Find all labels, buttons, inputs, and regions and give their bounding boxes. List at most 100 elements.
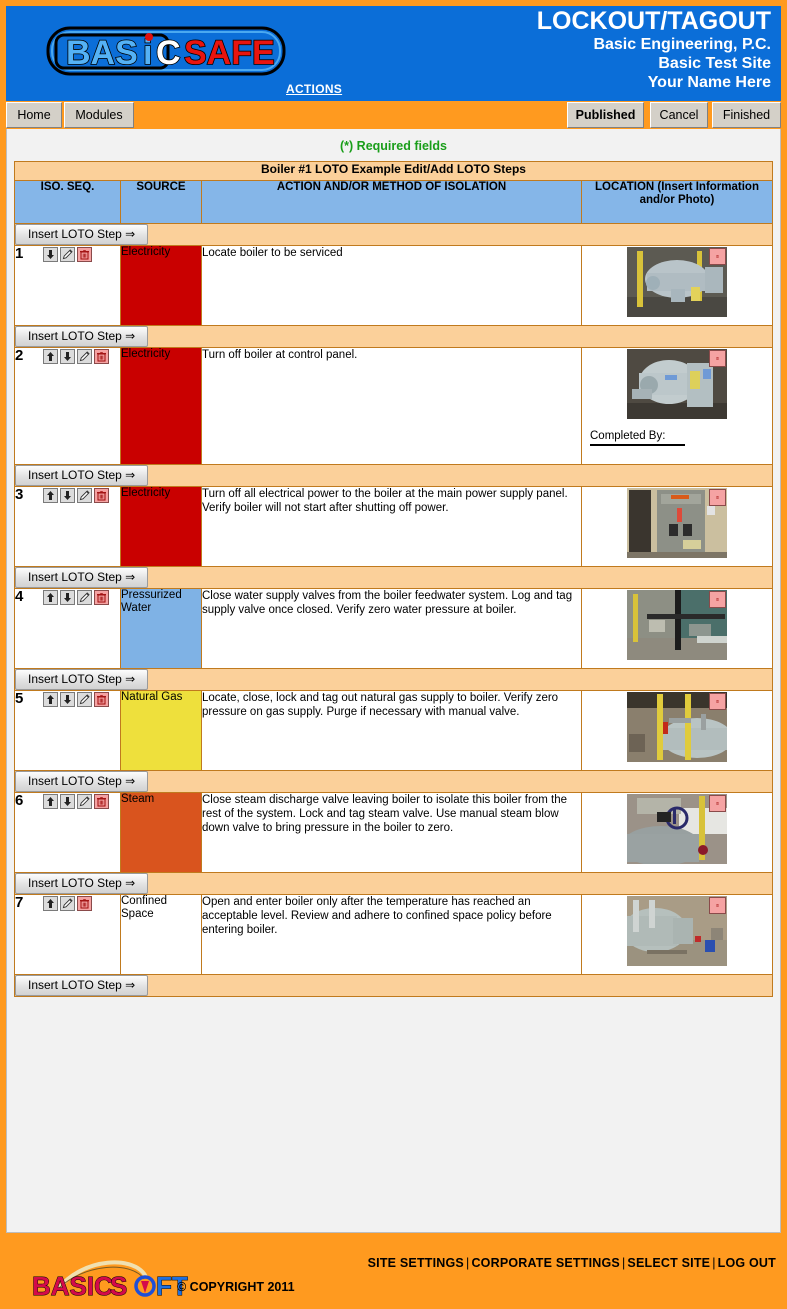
down-arrow-button[interactable] — [60, 590, 75, 605]
row-action-icons — [43, 247, 92, 262]
delete-photo-button[interactable] — [709, 350, 726, 367]
nav-modules-button[interactable]: Modules — [64, 102, 134, 128]
table-title: Boiler #1 LOTO Example Edit/Add LOTO Ste… — [14, 161, 773, 181]
up-arrow-button[interactable] — [43, 794, 58, 809]
delete-trash-button[interactable] — [94, 590, 109, 605]
company-name: Basic Engineering, P.C. — [593, 36, 771, 53]
edit-pencil-button[interactable] — [77, 349, 92, 364]
edit-pencil-button[interactable] — [60, 247, 75, 262]
completed-by-line[interactable] — [590, 444, 685, 446]
required-fields-note: (*) Required fields — [340, 139, 447, 153]
location-photo-holder — [626, 246, 728, 318]
insert-step-row: Insert LOTO Step ⇒ — [14, 464, 773, 487]
svg-text:BASIC: BASIC — [32, 1271, 113, 1301]
source-cell: Electricity — [120, 486, 202, 567]
row-action-icons — [43, 349, 109, 364]
insert-loto-step-button-1[interactable]: Insert LOTO Step ⇒ — [15, 326, 149, 347]
nav-cancel-button[interactable]: Cancel — [650, 102, 708, 128]
up-arrow-button[interactable] — [43, 692, 58, 707]
up-arrow-button[interactable] — [43, 590, 58, 605]
delete-photo-button[interactable] — [709, 897, 726, 914]
table-row: 7 Confined Space Open and enter boiler onl… — [14, 894, 773, 975]
action-cell: Open and enter boiler only after the tem… — [201, 894, 582, 975]
delete-trash-button[interactable] — [77, 896, 92, 911]
sequence-cell: 4 — [14, 588, 121, 669]
location-cell: Completed By: — [581, 347, 773, 465]
insert-step-cell: Insert LOTO Step ⇒ — [14, 668, 773, 691]
table-row: 4 Pressurized Water Close water supply val… — [14, 588, 773, 669]
column-header-location: LOCATION (Insert Information and/or Phot… — [581, 180, 773, 224]
insert-loto-step-button-6[interactable]: Insert LOTO Step ⇒ — [15, 873, 149, 894]
basicsafe-logo: BAS i C SAFE — [44, 24, 294, 82]
action-cell: Turn off boiler at control panel. — [201, 347, 582, 465]
delete-trash-button[interactable] — [94, 692, 109, 707]
down-arrow-button[interactable] — [60, 488, 75, 503]
source-label: Steam — [121, 793, 155, 805]
delete-photo-button[interactable] — [709, 591, 726, 608]
sequence-cell: 2 — [14, 347, 121, 465]
insert-loto-step-button-3[interactable]: Insert LOTO Step ⇒ — [15, 567, 149, 588]
nav-finished-button[interactable]: Finished — [712, 102, 781, 128]
source-cell: Electricity — [120, 245, 202, 326]
delete-photo-button[interactable] — [709, 248, 726, 265]
sequence-cell: 6 — [14, 792, 121, 873]
sequence-cell: 1 — [14, 245, 121, 326]
location-photo-holder — [626, 589, 728, 661]
location-photo-holder — [626, 348, 728, 420]
completed-by-label: Completed By: — [590, 430, 666, 442]
step-number: 5 — [15, 690, 24, 707]
edit-pencil-button[interactable] — [77, 794, 92, 809]
action-text: Close water supply valves from the boile… — [202, 590, 573, 616]
edit-pencil-button[interactable] — [77, 692, 92, 707]
insert-loto-step-button-5[interactable]: Insert LOTO Step ⇒ — [15, 771, 149, 792]
edit-pencil-button[interactable] — [77, 488, 92, 503]
footer-link-corporate-settings[interactable]: CORPORATE SETTINGS — [471, 1256, 620, 1270]
insert-loto-step-button-4[interactable]: Insert LOTO Step ⇒ — [15, 669, 149, 690]
insert-loto-step-button-2[interactable]: Insert LOTO Step ⇒ — [15, 465, 149, 486]
header-titles: LOCKOUT/TAGOUT Basic Engineering, P.C. B… — [537, 8, 771, 92]
delete-trash-button[interactable] — [94, 794, 109, 809]
table-row: 2 Electricity Turn off boiler at control p… — [14, 347, 773, 465]
insert-step-row: Insert LOTO Step ⇒ — [14, 770, 773, 793]
location-cell — [581, 486, 773, 567]
page-root: BAS i C SAFE ACTIONS LOCKOUT/TAGOUT Basi… — [0, 6, 787, 1309]
edit-pencil-button[interactable] — [77, 590, 92, 605]
location-cell — [581, 245, 773, 326]
location-photo-holder — [626, 691, 728, 763]
delete-photo-button[interactable] — [709, 795, 726, 812]
up-arrow-button[interactable] — [43, 349, 58, 364]
delete-trash-button[interactable] — [77, 247, 92, 262]
page-title: LOCKOUT/TAGOUT — [536, 7, 771, 35]
table-row: 3 Electricity Turn off all electrical powe… — [14, 486, 773, 567]
insert-loto-step-button-final[interactable]: Insert LOTO Step ⇒ — [15, 975, 149, 996]
delete-trash-button[interactable] — [94, 488, 109, 503]
insert-step-cell: Insert LOTO Step ⇒ — [14, 223, 773, 246]
delete-photo-button[interactable] — [709, 693, 726, 710]
insert-loto-step-button-0[interactable]: Insert LOTO Step ⇒ — [15, 224, 149, 245]
edit-pencil-button[interactable] — [60, 896, 75, 911]
insert-step-row: Insert LOTO Step ⇒ — [14, 668, 773, 691]
insert-step-row: Insert LOTO Step ⇒ — [14, 223, 773, 246]
insert-step-cell: Insert LOTO Step ⇒ — [14, 566, 773, 589]
footer-link-log-out[interactable]: LOG OUT — [718, 1256, 776, 1270]
insert-step-cell: Insert LOTO Step ⇒ — [14, 464, 773, 487]
up-arrow-button[interactable] — [43, 896, 58, 911]
actions-link[interactable]: ACTIONS — [286, 82, 342, 96]
up-arrow-button[interactable] — [43, 488, 58, 503]
nav-published-button[interactable]: Published — [567, 102, 644, 128]
down-arrow-button[interactable] — [60, 692, 75, 707]
delete-photo-button[interactable] — [709, 489, 726, 506]
sequence-cell: 7 — [14, 894, 121, 975]
nav-home-button[interactable]: Home — [6, 102, 62, 128]
footer-link-site-settings[interactable]: SITE SETTINGS — [368, 1256, 464, 1270]
footer-link-select-site[interactable]: SELECT SITE — [627, 1256, 710, 1270]
step-number: 7 — [15, 894, 24, 911]
down-arrow-button[interactable] — [60, 794, 75, 809]
main-content: (*) Required fields Boiler #1 LOTO Examp… — [6, 129, 781, 1233]
down-arrow-button[interactable] — [60, 349, 75, 364]
delete-trash-button[interactable] — [94, 349, 109, 364]
insert-step-row: Insert LOTO Step ⇒ — [14, 872, 773, 895]
location-cell — [581, 690, 773, 771]
row-action-icons — [43, 692, 109, 707]
down-arrow-button[interactable] — [43, 247, 58, 262]
